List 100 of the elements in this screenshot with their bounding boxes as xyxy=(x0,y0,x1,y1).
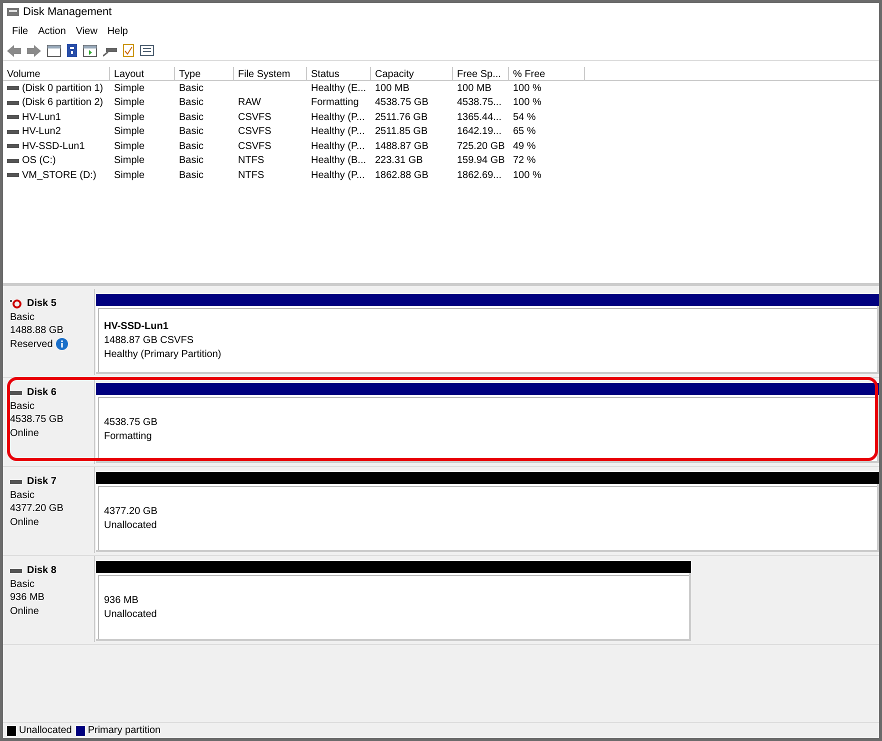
disk-name: Disk 5 xyxy=(27,297,56,310)
legend-label: Unallocated xyxy=(19,724,72,738)
column-header[interactable]: Volume xyxy=(3,67,110,80)
table-cell-text: 72 % xyxy=(513,154,536,168)
partition-detail: 936 MB xyxy=(104,594,140,608)
table-cell-text: Basic xyxy=(179,110,204,125)
properties-icon[interactable] xyxy=(140,45,154,56)
disk-size: 1488.88 GB xyxy=(10,324,64,338)
table-cell-text: Simple xyxy=(114,96,145,110)
checklist-icon[interactable] xyxy=(123,44,134,57)
partition-block[interactable]: 936 MB Unallocated xyxy=(96,573,691,641)
window-title: Disk Management xyxy=(23,4,112,20)
table-cell-text: 1365.44... xyxy=(457,110,502,125)
disk-info-panel[interactable]: Disk 5 Basic 1488.88 GB Reserved xyxy=(3,289,95,375)
table-cell-text: 159.94 GB xyxy=(457,154,505,168)
disk-error-icon xyxy=(10,298,22,309)
partition-block[interactable]: 4538.75 GB Formatting xyxy=(96,395,879,463)
disk-info-panel[interactable]: Disk 7 Basic 4377.20 GB Online xyxy=(3,467,95,553)
table-cell-text: 100 % xyxy=(513,168,542,183)
menu-item[interactable]: File xyxy=(7,24,34,38)
table-cell-text: 1862.69... xyxy=(457,168,502,183)
table-cell-text: 4538.75... xyxy=(457,96,502,110)
forward-icon[interactable] xyxy=(27,44,41,56)
table-cell-text: Formatting xyxy=(311,96,359,110)
menu-item[interactable]: Action xyxy=(33,24,71,38)
partition-detail: Unallocated xyxy=(104,608,158,622)
partition-detail: 4377.20 GB xyxy=(104,504,158,518)
table-cell-text: HV-Lun1 xyxy=(22,110,61,125)
partition-block[interactable]: HV-SSD-Lun1 1488.87 GB CSVFS Healthy (Primary Partition) xyxy=(96,306,879,374)
help-icon[interactable] xyxy=(67,44,77,57)
partition-detail: Formatting xyxy=(104,430,153,444)
disk-info-panel[interactable]: Disk 8 Basic 936 MB Online xyxy=(3,556,95,642)
app-icon xyxy=(7,7,19,17)
disk-status: Reserved xyxy=(10,338,53,351)
menu-item[interactable]: View xyxy=(70,24,102,38)
column-header[interactable]: % Free xyxy=(509,67,585,80)
disk-info-panel[interactable]: Disk 6 Basic 4538.75 GB Online xyxy=(3,378,95,464)
table-cell-text: 725.20 GB xyxy=(457,140,505,154)
disk-status: Online xyxy=(10,426,39,440)
table-cell-text: Simple xyxy=(114,110,145,125)
table-cell-text: OS (C:) xyxy=(22,154,56,168)
table-cell-text: (Disk 6 partition 2) xyxy=(22,96,104,110)
table-cell-text: Simple xyxy=(114,82,145,96)
table-cell-text: Simple xyxy=(114,168,145,183)
table-cell-text: 54 % xyxy=(513,110,536,125)
partition-detail: Unallocated xyxy=(104,518,158,532)
table-cell-text: Simple xyxy=(114,154,145,168)
table-cell-text: Healthy (B... xyxy=(311,154,366,168)
table-cell-text: 100 % xyxy=(513,96,542,110)
table-cell-text: NTFS xyxy=(238,168,264,183)
back-icon[interactable] xyxy=(7,44,21,56)
table-cell-text: 1488.87 GB xyxy=(375,140,428,154)
table-cell-text: Basic xyxy=(179,125,204,140)
disk-type: Basic xyxy=(10,400,36,413)
table-cell-text: Simple xyxy=(114,125,145,140)
table-cell-text: CSVFS xyxy=(238,140,272,154)
column-header[interactable]: File System xyxy=(234,67,307,80)
table-cell-text: 65 % xyxy=(513,125,536,140)
table-cell-text: 223.31 GB xyxy=(375,154,423,168)
table-cell-text: Healthy (P... xyxy=(311,140,365,154)
table-cell-text: 49 % xyxy=(513,140,536,154)
panel-icon[interactable] xyxy=(47,44,61,56)
table-cell-text: 4538.75 GB xyxy=(375,96,428,110)
table-cell-text: 1642.19... xyxy=(457,125,502,140)
table-cell-text: RAW xyxy=(238,96,261,110)
disk-size: 4377.20 GB xyxy=(10,502,64,516)
disk-status: Online xyxy=(10,604,39,618)
table-cell-text: 1862.88 GB xyxy=(375,168,428,183)
legend-label: Primary partition xyxy=(88,724,161,738)
disk-type: Basic xyxy=(10,310,36,324)
partition-detail: 1488.87 GB CSVFS xyxy=(104,334,194,348)
table-cell-text: CSVFS xyxy=(238,110,272,125)
partition-name: HV-SSD-Lun1 xyxy=(104,320,170,334)
column-header[interactable]: Free Sp... xyxy=(453,67,509,80)
table-cell-text: VM_STORE (D:) xyxy=(22,168,96,183)
disk-status: Online xyxy=(10,516,39,529)
table-cell-text: Healthy (E... xyxy=(311,82,366,96)
table-cell-text: 100 % xyxy=(513,82,542,96)
info-icon xyxy=(56,338,68,350)
partition-block[interactable]: 4377.20 GB Unallocated xyxy=(96,484,879,552)
disk-type: Basic xyxy=(10,488,36,502)
partition-detail: Healthy (Primary Partition) xyxy=(104,348,222,362)
menu-item[interactable]: Help xyxy=(102,24,133,38)
table-cell-text: NTFS xyxy=(238,154,264,168)
table-cell-text: 2511.85 GB xyxy=(375,125,428,140)
column-header[interactable]: Status xyxy=(307,67,371,80)
disk-name: Disk 7 xyxy=(27,475,56,488)
disk-size: 936 MB xyxy=(10,591,46,604)
column-header[interactable]: Capacity xyxy=(371,67,453,80)
column-header[interactable]: Type xyxy=(175,67,234,80)
table-cell-text: CSVFS xyxy=(238,125,272,140)
table-cell-text: Healthy (P... xyxy=(311,168,365,183)
table-cell-text: Healthy (P... xyxy=(311,110,365,125)
table-cell-text: HV-Lun2 xyxy=(22,125,61,140)
table-cell-text: Basic xyxy=(179,96,204,110)
table-cell-text: Basic xyxy=(179,140,204,154)
panel-icon[interactable] xyxy=(83,44,97,56)
table-cell-text: Basic xyxy=(179,168,204,183)
table-cell-text: (Disk 0 partition 1) xyxy=(22,82,104,96)
column-header[interactable]: Layout xyxy=(110,67,175,80)
